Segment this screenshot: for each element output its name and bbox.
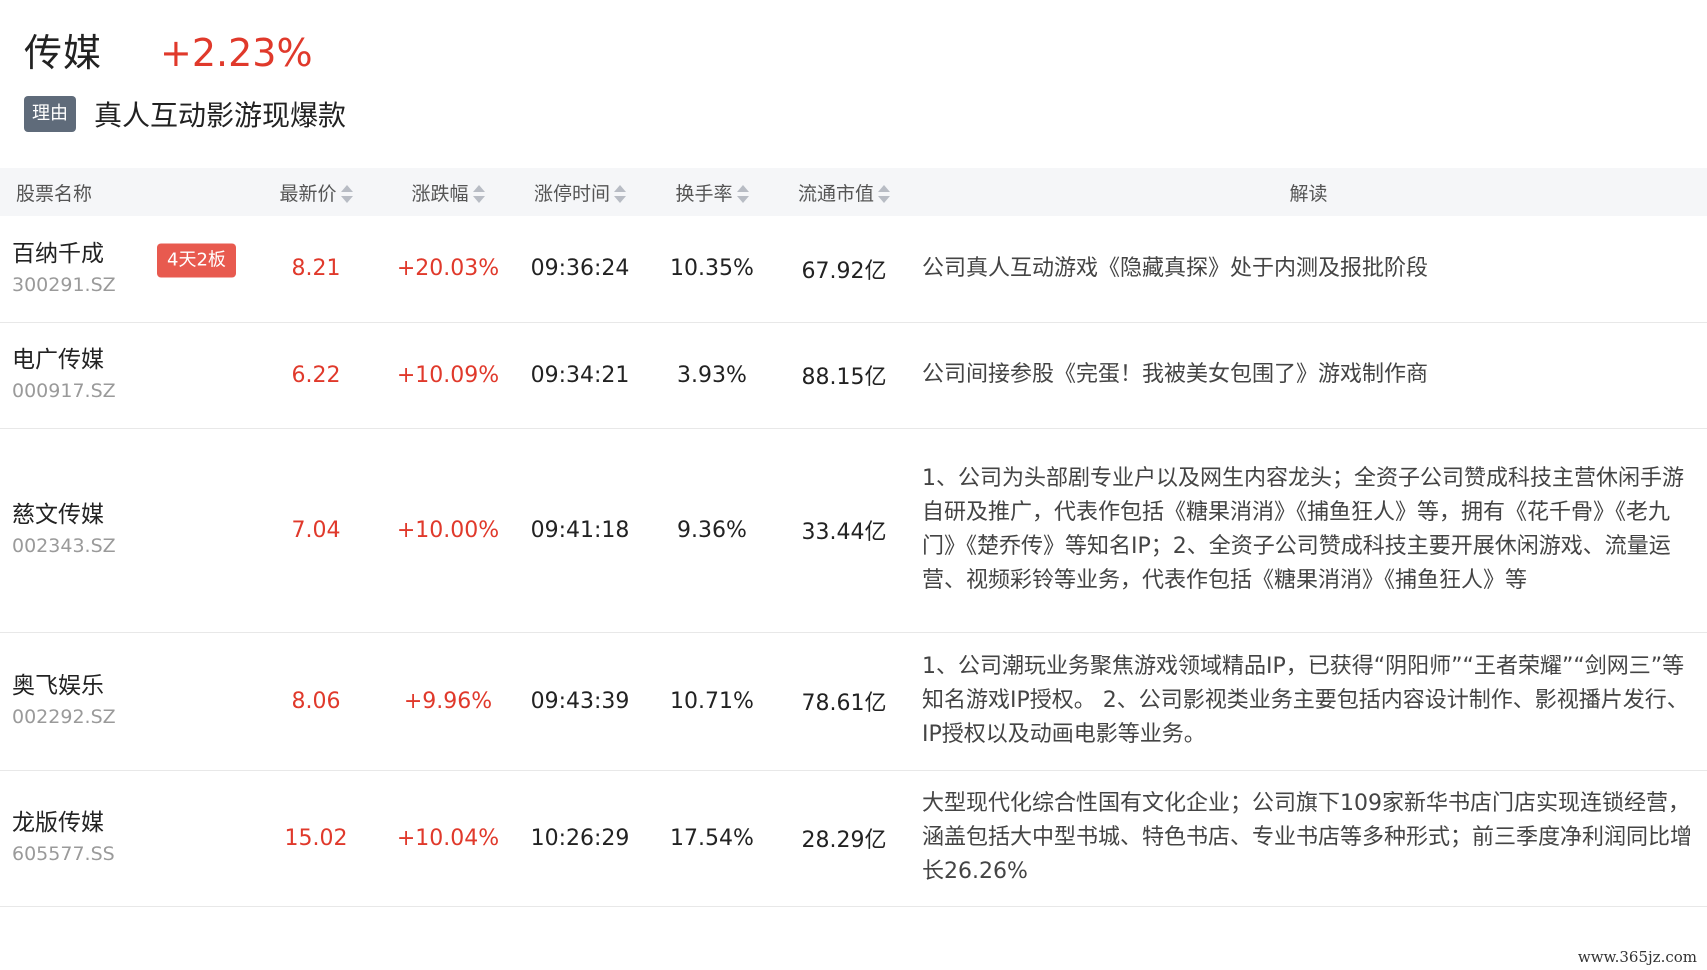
turnover-cell: 9.36% bbox=[677, 517, 747, 543]
desc-cell: 大型现代化综合性国有文化企业；公司旗下109家新华书店门店实现连锁经营，涵盖包括… bbox=[922, 791, 1693, 884]
sort-icon[interactable] bbox=[472, 184, 485, 204]
turnover-cell: 17.54% bbox=[670, 825, 754, 851]
reason-text: 真人互动影游现爆款 bbox=[94, 99, 347, 132]
stock-title[interactable]: 龙版传媒 bbox=[12, 807, 250, 839]
table-header-row: 股票名称 最新价 涨跌幅 涨停时间 换手率 流通市值 解读 bbox=[0, 168, 1707, 216]
price-cell: 15.02 bbox=[284, 825, 348, 851]
price-cell: 8.21 bbox=[291, 256, 341, 282]
table-row[interactable]: 龙版传媒 605577.SS 15.02 +10.04% 10:26:29 17… bbox=[0, 770, 1707, 906]
stock-code: 002343.SZ bbox=[12, 535, 116, 557]
change-cell: +10.04% bbox=[396, 825, 500, 851]
header-market-cap[interactable]: 流通市值 bbox=[778, 168, 910, 216]
desc-cell: 1、公司潮玩业务聚焦游戏领域精品IP，已获得“阴阳师”“王者荣耀”“剑网三”等知… bbox=[922, 654, 1689, 747]
stock-code: 002292.SZ bbox=[12, 706, 116, 728]
turnover-cell: 10.71% bbox=[670, 688, 754, 714]
sector-name: 传媒 bbox=[24, 31, 103, 75]
stock-name-cell[interactable]: 电广传媒 000917.SZ bbox=[0, 322, 250, 428]
stock-code: 000917.SZ bbox=[12, 380, 116, 402]
stock-title[interactable]: 奥飞娱乐 bbox=[12, 670, 250, 702]
table-row[interactable]: 百纳千成 300291.SZ 4天2板 8.21 +20.03% 09:36:2… bbox=[0, 216, 1707, 322]
sector-change: +2.23% bbox=[160, 31, 313, 75]
header-desc: 解读 bbox=[1289, 182, 1328, 205]
market-cap-cell: 88.15亿 bbox=[801, 365, 887, 390]
reason-row: 理由 真人互动影游现爆款 bbox=[24, 94, 346, 134]
board-badge: 4天2板 bbox=[157, 243, 236, 278]
sector-header: 传媒 +2.23% bbox=[24, 22, 313, 75]
header-limit-time[interactable]: 涨停时间 bbox=[514, 168, 646, 216]
stock-name-cell[interactable]: 慈文传媒 002343.SZ bbox=[0, 428, 250, 632]
price-cell: 7.04 bbox=[291, 517, 341, 543]
header-price[interactable]: 最新价 bbox=[250, 168, 382, 216]
table-row[interactable]: 奥飞娱乐 002292.SZ 8.06 +9.96% 09:43:39 10.7… bbox=[0, 632, 1707, 770]
stock-code: 605577.SS bbox=[12, 843, 115, 865]
limit-time-cell: 09:41:18 bbox=[530, 517, 630, 543]
table-row[interactable]: 慈文传媒 002343.SZ 7.04 +10.00% 09:41:18 9.3… bbox=[0, 428, 1707, 632]
reason-tag: 理由 bbox=[24, 96, 76, 132]
desc-cell: 公司真人互动游戏《隐藏真探》处于内测及报批阶段 bbox=[922, 255, 1429, 281]
header-stock-name: 股票名称 bbox=[16, 182, 93, 205]
stock-title[interactable]: 电广传媒 bbox=[12, 344, 250, 376]
limit-time-cell: 10:26:29 bbox=[530, 825, 630, 851]
stock-name-cell[interactable]: 奥飞娱乐 002292.SZ bbox=[0, 632, 250, 770]
sort-icon[interactable] bbox=[878, 184, 890, 204]
stock-name-cell[interactable]: 百纳千成 300291.SZ 4天2板 bbox=[0, 216, 250, 322]
change-cell: +20.03% bbox=[396, 256, 500, 282]
market-cap-cell: 78.61亿 bbox=[801, 691, 887, 716]
header-turnover[interactable]: 换手率 bbox=[646, 168, 778, 216]
stock-name-cell[interactable]: 龙版传媒 605577.SS bbox=[0, 770, 250, 906]
stock-title[interactable]: 慈文传媒 bbox=[12, 499, 250, 531]
price-cell: 8.06 bbox=[291, 688, 341, 714]
sort-icon[interactable] bbox=[340, 184, 353, 204]
turnover-cell: 3.93% bbox=[677, 362, 747, 388]
market-cap-cell: 28.29亿 bbox=[801, 828, 887, 853]
change-cell: +10.09% bbox=[396, 362, 500, 388]
price-cell: 6.22 bbox=[291, 362, 341, 388]
turnover-cell: 10.35% bbox=[670, 256, 754, 282]
table-row[interactable]: 电广传媒 000917.SZ 6.22 +10.09% 09:34:21 3.9… bbox=[0, 322, 1707, 428]
market-cap-cell: 67.92亿 bbox=[801, 258, 887, 284]
desc-cell: 公司间接参股《完蛋！我被美女包围了》游戏制作商 bbox=[922, 362, 1429, 387]
desc-cell: 1、公司为头部剧专业户以及网生内容龙头；全资子公司赞成科技主营休闲手游自研及推广… bbox=[922, 466, 1684, 593]
limit-time-cell: 09:43:39 bbox=[530, 688, 630, 714]
sort-icon[interactable] bbox=[614, 184, 626, 204]
change-cell: +9.96% bbox=[403, 688, 493, 714]
market-cap-cell: 33.44亿 bbox=[801, 520, 887, 545]
watermark: www.365jz.com bbox=[1577, 948, 1697, 966]
limit-time-cell: 09:34:21 bbox=[530, 362, 630, 388]
change-cell: +10.00% bbox=[396, 517, 500, 543]
limit-time-cell: 09:36:24 bbox=[530, 256, 630, 282]
header-change[interactable]: 涨跌幅 bbox=[382, 168, 514, 216]
stock-table: 股票名称 最新价 涨跌幅 涨停时间 换手率 流通市值 解读 百纳千成 30029… bbox=[0, 168, 1707, 907]
sort-icon[interactable] bbox=[736, 184, 749, 204]
